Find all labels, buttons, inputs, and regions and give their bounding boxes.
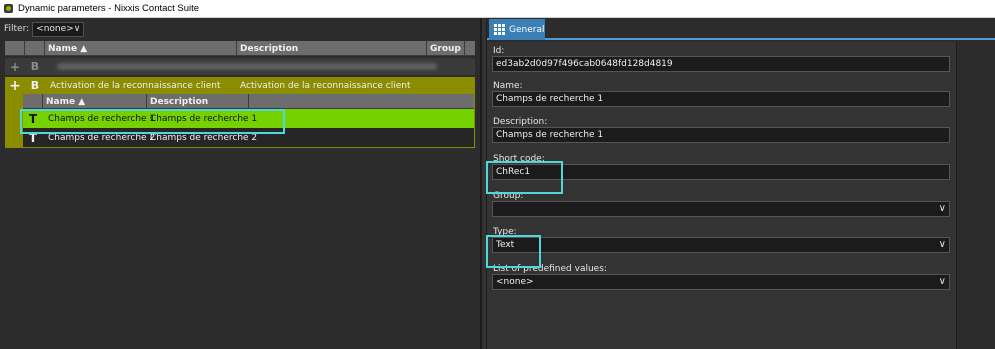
table-row[interactable]: T Champs de recherche 2 Champs de recher… [23,128,474,147]
parameters-grid: Name ▲ Description Group + B + B Activat… [5,41,475,148]
header-description[interactable]: Description [237,41,427,56]
header-type-column[interactable] [25,41,45,56]
tab-bar: General [487,18,995,40]
sub-grid: Name ▲ Description T Champs de recherche… [23,94,474,147]
group-row-name: Activation de la reconnaissance client [50,80,221,91]
description-value: Champs de recherche 1 [496,130,604,140]
grid-header: Name ▲ Description Group [5,41,475,56]
filter-value: <none> [36,24,74,34]
parameters-list-panel: Filter: <none> ∨ Name ▲ Description Grou… [0,18,481,349]
description-field[interactable]: Champs de recherche 1 [492,127,950,143]
type-select[interactable]: Text ∨ [492,237,950,253]
general-form: Id: ed3ab2d0d97f496cab0648fd128d4819 Nam… [487,42,957,349]
header-expand-column[interactable] [5,41,25,56]
blurred-content [57,63,437,70]
window-title: Dynamic parameters - Nixxis Contact Suit… [18,3,200,14]
id-field[interactable]: ed3ab2d0d97f496cab0648fd128d4819 [492,56,950,72]
description-label: Description: [493,117,548,127]
title-bar: Dynamic parameters - Nixxis Contact Suit… [0,0,995,18]
sub-header-description[interactable]: Description [147,94,249,109]
name-field[interactable]: Champs de recherche 1 [492,91,950,107]
tab-general-label: General [509,24,545,35]
filter-label: Filter: [4,24,30,34]
t-type-icon: T [28,130,38,145]
header-name[interactable]: Name ▲ [45,41,237,56]
chevron-down-icon: ∨ [73,24,81,34]
predefined-values-value: <none> [496,277,534,287]
id-label: Id: [493,46,505,56]
row-name: Champs de recherche 2 [48,132,156,143]
plus-icon[interactable]: + [5,78,25,94]
table-row[interactable]: T Champs de recherche 1 Champs de recher… [23,109,474,128]
sub-grid-header: Name ▲ Description [23,94,474,109]
group-row-description: Activation de la reconnaissance client [240,80,411,91]
short-code-field[interactable]: ChRec1 [492,164,950,180]
b-type-icon: B [30,79,40,92]
short-code-label: Short code: [493,154,545,164]
type-label: Type: [493,227,517,237]
predefined-values-label: List of predefined values: [493,264,607,274]
type-value: Text [496,240,515,250]
name-label: Name: [493,81,523,91]
details-panel: General Id: ed3ab2d0d97f496cab0648fd128d… [487,18,995,349]
group-row[interactable]: + B Activation de la reconnaissance clie… [5,77,475,94]
grid-icon [494,24,505,35]
sub-header-name[interactable]: Name ▲ [43,94,147,109]
name-value: Champs de recherche 1 [496,94,604,104]
short-code-value: ChRec1 [496,167,531,177]
tab-general[interactable]: General [489,19,545,40]
right-gutter [957,42,995,349]
sub-header-type-column[interactable] [23,94,43,109]
row-description: Champs de recherche 2 [150,132,258,143]
chevron-down-icon[interactable]: ∨ [939,276,946,287]
predefined-values-select[interactable]: <none> ∨ [492,274,950,290]
app-icon [4,4,13,13]
group-select[interactable]: ∨ [492,201,950,217]
blurred-row[interactable]: + B [5,58,475,75]
t-type-icon: T [28,111,38,126]
id-value: ed3ab2d0d97f496cab0648fd128d4819 [496,59,673,69]
row-description: Champs de recherche 1 [150,113,258,124]
chevron-down-icon[interactable]: ∨ [939,203,946,214]
plus-icon[interactable]: + [5,60,25,74]
b-type-icon: B [30,60,40,73]
header-group[interactable]: Group [427,41,465,56]
filter-bar: Filter: <none> ∨ [0,18,481,40]
group-label: Group: [493,191,524,201]
filter-select[interactable]: <none> ∨ [32,21,85,37]
row-name: Champs de recherche 1 [48,113,156,124]
group-block: + B Activation de la reconnaissance clie… [5,77,475,148]
sub-header-filler [249,94,474,109]
chevron-down-icon[interactable]: ∨ [939,239,946,250]
